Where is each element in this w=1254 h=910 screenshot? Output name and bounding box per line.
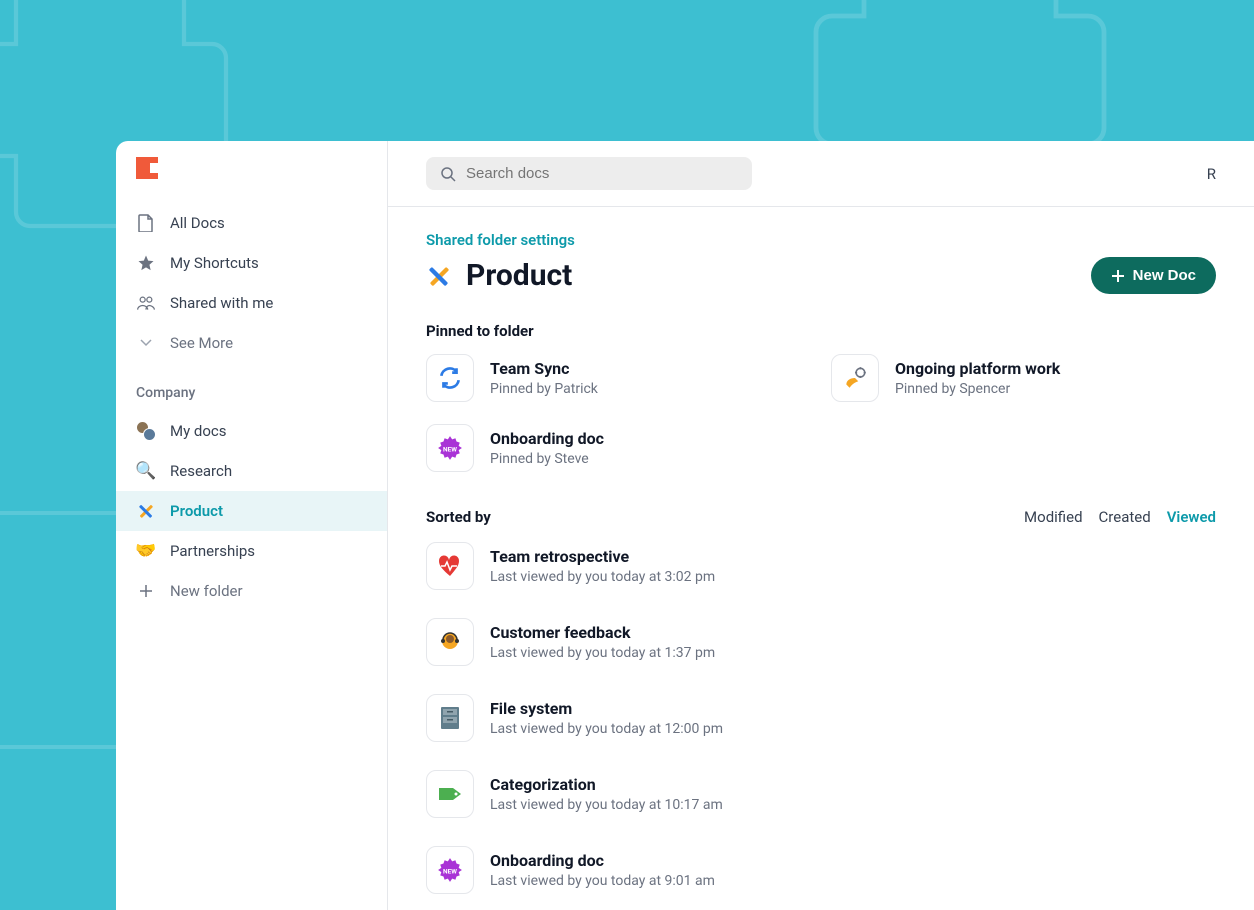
pinned-doc[interactable]: Ongoing platform work Pinned by Spencer	[831, 354, 1216, 402]
doc-subtitle: Last viewed by you today at 1:37 pm	[490, 645, 715, 661]
nav-all-docs[interactable]: All Docs	[116, 203, 387, 243]
nav-my-docs[interactable]: My docs	[116, 411, 387, 451]
sidebar-section-label: Company	[116, 371, 387, 411]
doc-title: Team retrospective	[490, 547, 715, 566]
sort-viewed[interactable]: Viewed	[1167, 508, 1216, 526]
doc-title: Onboarding doc	[490, 851, 715, 870]
nav-label: Partnerships	[170, 542, 255, 560]
magnifier-icon: 🔍	[136, 461, 156, 481]
heart-pulse-icon	[426, 542, 474, 590]
people-icon	[136, 293, 156, 313]
doc-subtitle: Last viewed by you today at 9:01 am	[490, 873, 715, 889]
sorted-header: Sorted by	[426, 508, 491, 526]
nav-label: My docs	[170, 422, 227, 440]
pinned-grid: Team Sync Pinned by Patrick Ongoing plat…	[426, 354, 1216, 472]
wrench-gear-icon	[831, 354, 879, 402]
doc-row[interactable]: NEW Onboarding doc Last viewed by you to…	[426, 846, 1216, 894]
page-header: Product New Doc	[426, 257, 1216, 294]
nav-label: All Docs	[170, 214, 225, 232]
nav-label: My Shortcuts	[170, 254, 259, 272]
doc-title: Onboarding doc	[490, 429, 604, 448]
nav-partnerships[interactable]: 🤝 Partnerships	[116, 531, 387, 571]
nav-label: Research	[170, 462, 232, 480]
chevron-down-icon	[136, 333, 156, 353]
topbar: R	[388, 141, 1254, 207]
app-logo	[136, 157, 158, 179]
search-box[interactable]	[426, 157, 752, 190]
doc-list: Team retrospective Last viewed by you to…	[426, 542, 1216, 894]
nav-label: Shared with me	[170, 294, 273, 312]
doc-title: Team Sync	[490, 359, 598, 378]
app-window: All Docs My Shortcuts Shared with me See…	[116, 141, 1254, 910]
nav-label: Product	[170, 502, 223, 520]
pinned-header: Pinned to folder	[426, 322, 1216, 340]
doc-title: Categorization	[490, 775, 723, 794]
svg-text:NEW: NEW	[443, 445, 457, 453]
doc-subtitle: Pinned by Steve	[490, 451, 604, 467]
shared-folder-settings-link[interactable]: Shared folder settings	[426, 231, 1216, 249]
sync-icon	[426, 354, 474, 402]
tools-icon	[426, 263, 452, 289]
sort-modified[interactable]: Modified	[1024, 508, 1082, 526]
sort-options: Modified Created Viewed	[1024, 508, 1216, 526]
topbar-right-truncated: R	[1207, 165, 1216, 183]
handshake-icon: 🤝	[136, 541, 156, 561]
doc-row[interactable]: Categorization Last viewed by you today …	[426, 770, 1216, 818]
search-icon	[440, 166, 456, 182]
new-badge-icon: NEW	[426, 424, 474, 472]
new-badge-icon: NEW	[426, 846, 474, 894]
main-panel: R Shared folder settings Product New Doc	[388, 141, 1254, 910]
nav-label: See More	[170, 334, 233, 352]
content-area: Shared folder settings Product New Doc P…	[388, 207, 1254, 910]
headset-person-icon	[426, 618, 474, 666]
plus-icon	[136, 581, 156, 601]
sidebar: All Docs My Shortcuts Shared with me See…	[116, 141, 388, 910]
plus-icon	[1111, 269, 1125, 283]
nav-research[interactable]: 🔍 Research	[116, 451, 387, 491]
pinned-doc[interactable]: Team Sync Pinned by Patrick	[426, 354, 811, 402]
doc-subtitle: Last viewed by you today at 10:17 am	[490, 797, 723, 813]
nav-my-shortcuts[interactable]: My Shortcuts	[116, 243, 387, 283]
page-title-text: Product	[466, 258, 572, 293]
nav-primary: All Docs My Shortcuts Shared with me See…	[116, 203, 387, 371]
page-title: Product	[426, 258, 572, 293]
svg-text:NEW: NEW	[443, 867, 457, 875]
doc-title: Customer feedback	[490, 623, 715, 642]
tag-icon	[426, 770, 474, 818]
doc-subtitle: Last viewed by you today at 12:00 pm	[490, 721, 723, 737]
tools-icon	[136, 501, 156, 521]
doc-subtitle: Pinned by Patrick	[490, 381, 598, 397]
doc-subtitle: Last viewed by you today at 3:02 pm	[490, 569, 715, 585]
search-input[interactable]	[466, 165, 738, 182]
nav-shared-with-me[interactable]: Shared with me	[116, 283, 387, 323]
nav-product[interactable]: Product	[116, 491, 387, 531]
doc-row[interactable]: Team retrospective Last viewed by you to…	[426, 542, 1216, 590]
new-doc-button[interactable]: New Doc	[1091, 257, 1216, 294]
sort-row: Sorted by Modified Created Viewed	[426, 508, 1216, 526]
nav-label: New folder	[170, 582, 243, 600]
avatar-group-icon	[136, 421, 156, 441]
sort-created[interactable]: Created	[1099, 508, 1151, 526]
doc-row[interactable]: Customer feedback Last viewed by you tod…	[426, 618, 1216, 666]
doc-title: File system	[490, 699, 723, 718]
doc-row[interactable]: File system Last viewed by you today at …	[426, 694, 1216, 742]
document-icon	[136, 213, 156, 233]
doc-title: Ongoing platform work	[895, 359, 1060, 378]
new-doc-label: New Doc	[1133, 267, 1196, 284]
pinned-doc[interactable]: NEW Onboarding doc Pinned by Steve	[426, 424, 811, 472]
star-icon	[136, 253, 156, 273]
nav-new-folder[interactable]: New folder	[116, 571, 387, 611]
nav-see-more[interactable]: See More	[116, 323, 387, 363]
nav-company: My docs 🔍 Research Product 🤝 Partnership…	[116, 411, 387, 619]
doc-subtitle: Pinned by Spencer	[895, 381, 1060, 397]
file-cabinet-icon	[426, 694, 474, 742]
